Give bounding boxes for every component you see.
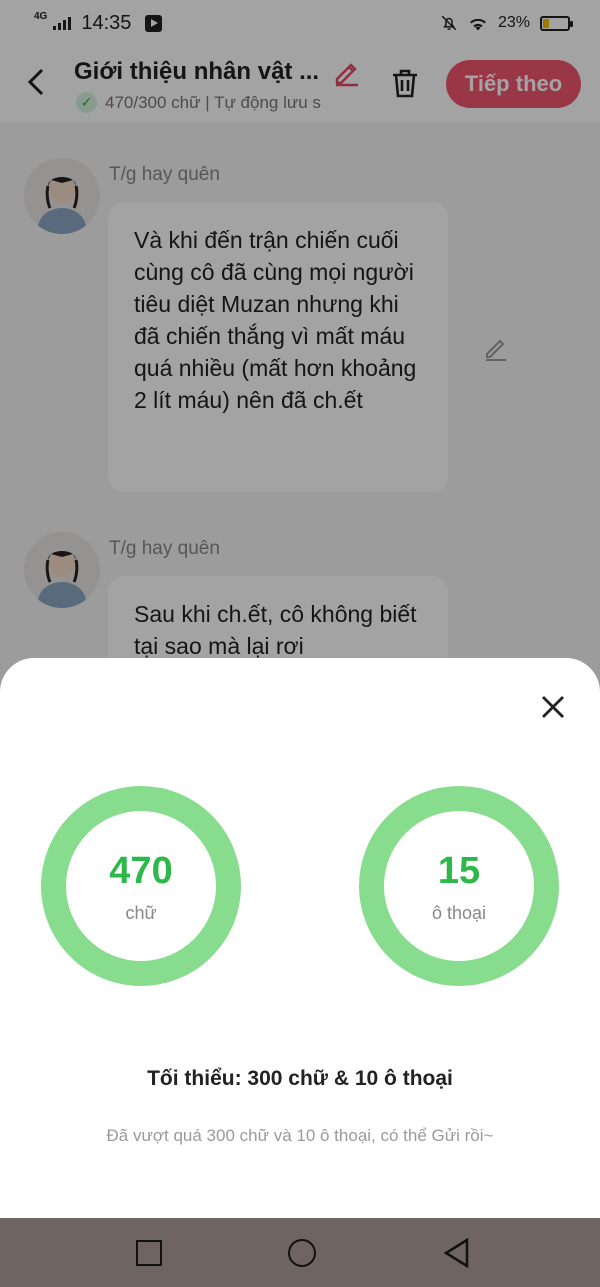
word-count-label: chữ [125,902,157,923]
word-count-sheet: 470 chữ 15 ô thoại Tối thiểu: 300 chữ & … [0,658,600,1218]
home-icon[interactable] [288,1238,316,1267]
recent-apps-icon[interactable] [136,1239,162,1266]
dialog-count-value: 15 [437,849,481,892]
word-count-ring: 470 chữ [41,786,241,986]
close-icon[interactable] [534,688,572,726]
dialog-count-ring: 15 ô thoại [359,786,559,986]
word-count-value: 470 [109,849,173,892]
minimum-requirement: Tối thiểu: 300 chữ & 10 ô thoại [147,1067,453,1090]
nav-back-icon[interactable] [442,1237,472,1269]
dialog-count-label: ô thoại [431,902,487,923]
requirement-hint: Đã vượt quá 300 chữ và 10 ô thoại, có th… [106,1126,494,1145]
system-nav-bar [0,1218,600,1287]
